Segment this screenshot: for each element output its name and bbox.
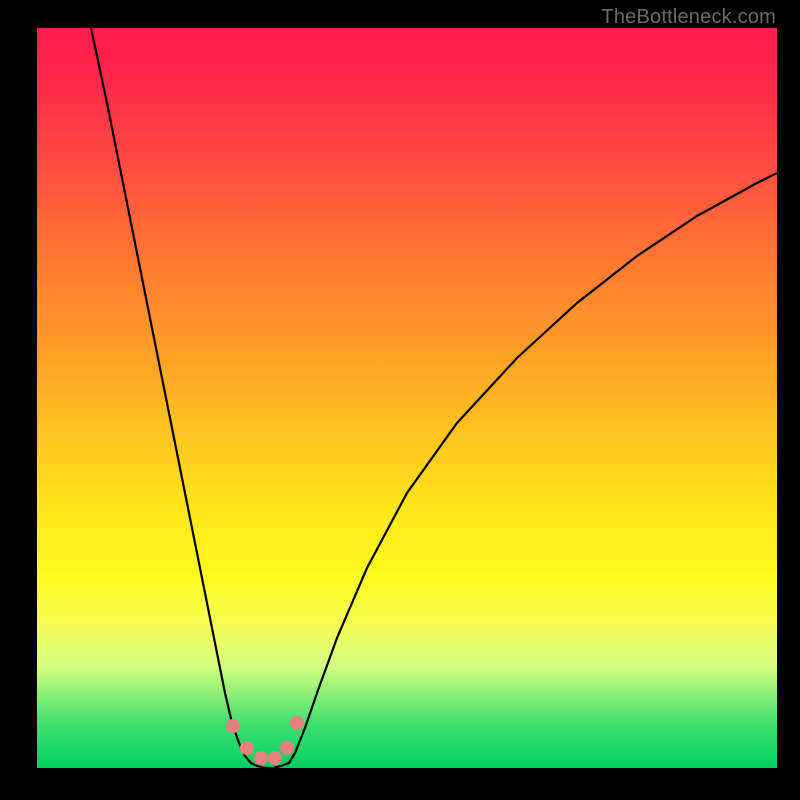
trough-dot <box>280 741 294 755</box>
trough-dot <box>240 741 254 755</box>
trough-dot <box>290 716 304 730</box>
trough-dot <box>268 751 282 765</box>
trough-dot <box>226 719 240 733</box>
attribution-text: TheBottleneck.com <box>601 6 776 29</box>
trough-dot <box>254 751 268 765</box>
bottleneck-curve <box>37 28 777 768</box>
curve-path <box>91 28 777 768</box>
